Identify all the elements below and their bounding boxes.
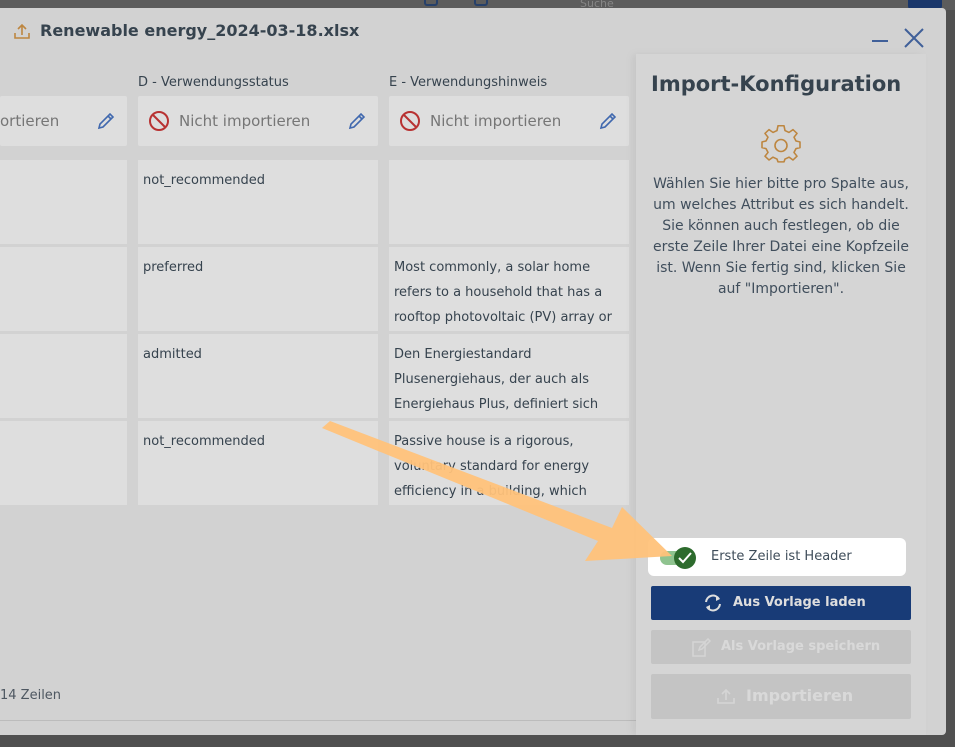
toggle-check-icon [674, 547, 696, 569]
window-icon [474, 0, 488, 6]
gear-icon [761, 125, 801, 163]
table-cell [389, 160, 629, 244]
table-cell [0, 334, 127, 418]
table-cell: Passive house is a rigorous, voluntary s… [389, 421, 629, 505]
load-template-label: Aus Vorlage laden [733, 595, 866, 610]
list-icon [424, 0, 438, 6]
table-cell: admitted [138, 334, 378, 418]
import-label: Importieren [746, 686, 854, 705]
column-header-e: E - Verwendungshinweis [389, 75, 548, 90]
table-cell: Most commonly, a solar home refers to a … [389, 247, 629, 331]
column-selector-d[interactable]: Nicht importieren [138, 96, 378, 146]
upload-icon [717, 688, 735, 704]
modal-title: Renewable energy_2024-03-18.xlsx [40, 21, 360, 40]
table-cell: preferred [138, 247, 378, 331]
edit-document-icon [692, 638, 711, 657]
modal-header: Renewable energy_2024-03-18.xlsx [0, 8, 946, 54]
import-modal: Renewable energy_2024-03-18.xlsx D - Ver… [0, 8, 946, 735]
table-cell [0, 421, 127, 505]
table-cell [0, 160, 127, 244]
header-row-toggle[interactable]: Erste Zeile ist Header [648, 538, 906, 576]
import-button[interactable]: Importieren [651, 674, 911, 719]
row-count: 14 Zeilen [0, 688, 62, 703]
save-template-button[interactable]: Als Vorlage speichern [651, 630, 911, 664]
table-cell [0, 247, 127, 331]
import-config-panel: Import-Konfiguration Wählen Sie hier bit… [636, 54, 926, 735]
table-cell: Den Energiestandard Plusenergiehaus, der… [389, 334, 629, 418]
load-template-button[interactable]: Aus Vorlage laden [651, 586, 911, 620]
pencil-icon[interactable] [597, 110, 619, 132]
pencil-icon[interactable] [346, 110, 368, 132]
pencil-icon[interactable] [95, 110, 117, 132]
column-selector-label: Nicht importieren [430, 112, 562, 130]
upload-icon [14, 23, 30, 39]
minimize-button[interactable] [870, 18, 890, 46]
panel-title: Import-Konfiguration [651, 72, 902, 96]
ban-icon [149, 111, 169, 131]
column-selector-label: Nicht importieren [179, 112, 311, 130]
close-icon[interactable] [902, 26, 926, 50]
toggle-label: Erste Zeile ist Header [711, 549, 852, 564]
column-selector-e[interactable]: Nicht importieren [389, 96, 629, 146]
column-selector-c[interactable]: ortieren [0, 96, 127, 146]
column-header-d: D - Verwendungsstatus [138, 75, 289, 90]
bottom-divider [0, 720, 636, 735]
panel-description: Wählen Sie hier bitte pro Spalte aus, um… [653, 176, 909, 297]
column-selector-label: ortieren [0, 112, 60, 130]
save-template-label: Als Vorlage speichern [721, 639, 881, 654]
table-cell: not_recommended [138, 421, 378, 505]
refresh-icon [705, 594, 721, 612]
ban-icon [400, 111, 420, 131]
table-cell: not_recommended [138, 160, 378, 244]
